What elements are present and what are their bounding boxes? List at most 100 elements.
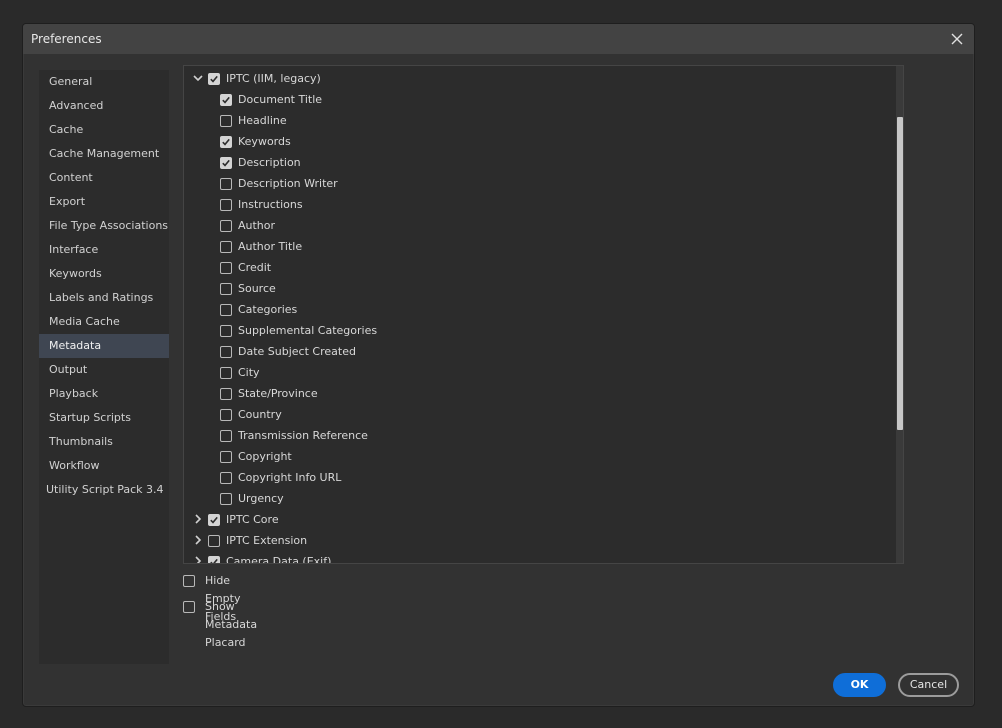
sidebar-item-media-cache[interactable]: Media Cache [39,310,169,334]
chevron-right-icon[interactable] [192,509,204,530]
field-checkbox[interactable] [220,304,232,316]
sidebar-item-startup-scripts[interactable]: Startup Scripts [39,406,169,430]
field-label: Source [238,282,276,295]
field-row-state-province[interactable]: State/Province [184,383,884,404]
field-label: Date Subject Created [238,345,356,358]
sidebar-item-keywords[interactable]: Keywords [39,262,169,286]
tree-group-iptc-iim-legacy[interactable]: IPTC (IIM, legacy) [184,68,884,89]
field-checkbox[interactable] [220,199,232,211]
field-row-headline[interactable]: Headline [184,110,884,131]
field-row-categories[interactable]: Categories [184,299,884,320]
field-row-date-subject-created[interactable]: Date Subject Created [184,341,884,362]
group-checkbox[interactable] [208,556,220,563]
hide-empty-fields-checkbox[interactable] [183,575,195,587]
preferences-sidebar: General Advanced Cache Cache Management Cont… [39,70,169,664]
field-label: City [238,366,260,379]
field-label: Author [238,219,276,232]
field-checkbox[interactable] [220,325,232,337]
field-checkbox[interactable] [220,346,232,358]
field-row-author-title[interactable]: Author Title [184,236,884,257]
field-checkbox[interactable] [220,430,232,442]
sidebar-item-playback[interactable]: Playback [39,382,169,406]
field-label: Description [238,156,301,169]
field-row-transmission-reference[interactable]: Transmission Reference [184,425,884,446]
field-row-urgency[interactable]: Urgency [184,488,884,509]
group-checkbox[interactable] [208,535,220,547]
field-label: Author Title [238,240,303,253]
field-row-description-writer[interactable]: Description Writer [184,173,884,194]
dialog-titlebar[interactable]: Preferences [23,24,974,54]
field-checkbox[interactable] [220,409,232,421]
sidebar-item-thumbnails[interactable]: Thumbnails [39,430,169,454]
field-label: Copyright [238,450,292,463]
field-checkbox[interactable] [220,367,232,379]
field-checkbox[interactable] [220,136,232,148]
chevron-down-icon[interactable] [192,68,204,89]
tree-group-label: Camera Data (Exif) [226,555,332,564]
field-label: State/Province [238,387,318,400]
field-label: Categories [238,303,298,316]
field-checkbox[interactable] [220,472,232,484]
sidebar-item-output[interactable]: Output [39,358,169,382]
field-row-city[interactable]: City [184,362,884,383]
field-checkbox[interactable] [220,94,232,106]
sidebar-item-labels-and-ratings[interactable]: Labels and Ratings [39,286,169,310]
field-row-country[interactable]: Country [184,404,884,425]
group-checkbox[interactable] [208,514,220,526]
chevron-right-icon[interactable] [192,530,204,551]
field-checkbox[interactable] [220,157,232,169]
sidebar-item-cache[interactable]: Cache [39,118,169,142]
field-label: Description Writer [238,177,338,190]
field-row-source[interactable]: Source [184,278,884,299]
tree-group-camera-data-exif[interactable]: Camera Data (Exif) [184,551,884,564]
field-row-instructions[interactable]: Instructions [184,194,884,215]
close-icon[interactable] [946,28,968,50]
field-checkbox[interactable] [220,262,232,274]
field-checkbox[interactable] [220,178,232,190]
field-row-supplemental-categories[interactable]: Supplemental Categories [184,320,884,341]
field-row-copyright-info-url[interactable]: Copyright Info URL [184,467,884,488]
show-metadata-placard-checkbox[interactable] [183,601,195,613]
sidebar-item-general[interactable]: General [39,70,169,94]
scrollbar-thumb[interactable] [897,117,903,430]
field-label: Document Title [238,93,323,106]
field-label: Instructions [238,198,303,211]
sidebar-item-utility-script-pack-3-4[interactable]: Utility Script Pack 3.4 [39,478,169,502]
field-checkbox[interactable] [220,220,232,232]
sidebar-item-advanced[interactable]: Advanced [39,94,169,118]
tree-group-label: IPTC (IIM, legacy) [226,72,321,85]
field-checkbox[interactable] [220,115,232,127]
sidebar-item-cache-management[interactable]: Cache Management [39,142,169,166]
field-label: Headline [238,114,287,127]
field-label: Keywords [238,135,291,148]
sidebar-item-workflow[interactable]: Workflow [39,454,169,478]
field-row-description[interactable]: Description [184,152,884,173]
tree-scrollbar[interactable] [896,66,903,563]
field-label: Credit [238,261,272,274]
chevron-right-icon[interactable] [192,551,204,563]
field-checkbox[interactable] [220,283,232,295]
sidebar-item-interface[interactable]: Interface [39,238,169,262]
sidebar-item-file-type-associations[interactable]: File Type Associations [39,214,169,238]
sidebar-item-export[interactable]: Export [39,190,169,214]
tree-group-label: IPTC Core [226,513,279,526]
ok-button[interactable]: OK [833,673,886,697]
field-checkbox[interactable] [220,388,232,400]
field-row-credit[interactable]: Credit [184,257,884,278]
field-row-copyright[interactable]: Copyright [184,446,884,467]
field-row-keywords[interactable]: Keywords [184,131,884,152]
cancel-button[interactable]: Cancel [898,673,959,697]
field-label: Supplemental Categories [238,324,378,337]
tree-group-iptc-extension[interactable]: IPTC Extension [184,530,884,551]
field-checkbox[interactable] [220,241,232,253]
group-checkbox[interactable] [208,73,220,85]
metadata-fields-tree: IPTC (IIM, legacy) Document Title Headline… [183,65,904,564]
field-row-author[interactable]: Author [184,215,884,236]
field-row-document-title[interactable]: Document Title [184,89,884,110]
field-checkbox[interactable] [220,451,232,463]
field-checkbox[interactable] [220,493,232,505]
field-label: Country [238,408,282,421]
sidebar-item-metadata[interactable]: Metadata [39,334,169,358]
sidebar-item-content[interactable]: Content [39,166,169,190]
tree-group-iptc-core[interactable]: IPTC Core [184,509,884,530]
